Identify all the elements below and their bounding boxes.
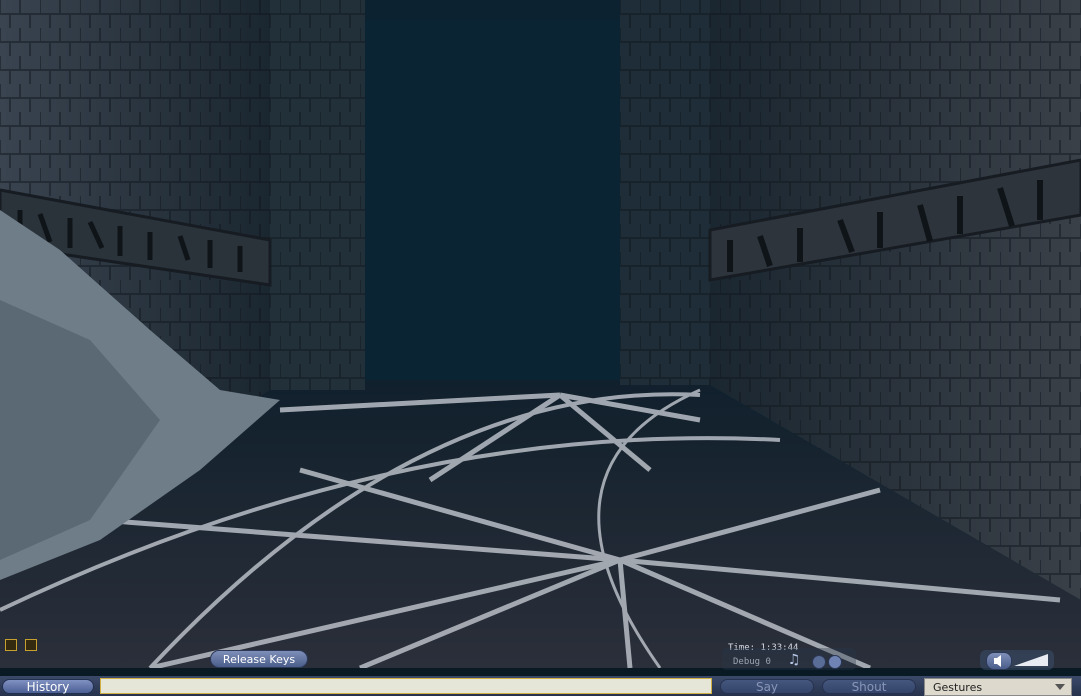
media-stop-icon[interactable] — [812, 655, 826, 669]
volume-icon[interactable] — [986, 652, 1012, 670]
history-button[interactable]: History — [2, 679, 94, 694]
left-pillar-stones — [270, 0, 365, 390]
chevron-down-icon — [1055, 684, 1065, 690]
release-keys-button[interactable]: Release Keys — [210, 650, 308, 668]
far-opening — [360, 20, 630, 380]
mini-toolbar — [5, 636, 40, 655]
gestures-dropdown[interactable]: Gestures — [924, 678, 1072, 696]
media-play-icon[interactable] — [828, 655, 842, 669]
gestures-label: Gestures — [933, 680, 983, 694]
shout-button[interactable]: Shout — [822, 679, 916, 694]
music-note-icon[interactable]: ♫ — [786, 652, 802, 668]
3d-viewport[interactable] — [0, 0, 1081, 668]
window-icon[interactable] — [25, 639, 38, 651]
say-button[interactable]: Say — [720, 679, 814, 694]
minimize-icon[interactable] — [5, 639, 17, 651]
chat-input[interactable] — [100, 678, 712, 694]
right-pillar-stones — [620, 0, 710, 385]
